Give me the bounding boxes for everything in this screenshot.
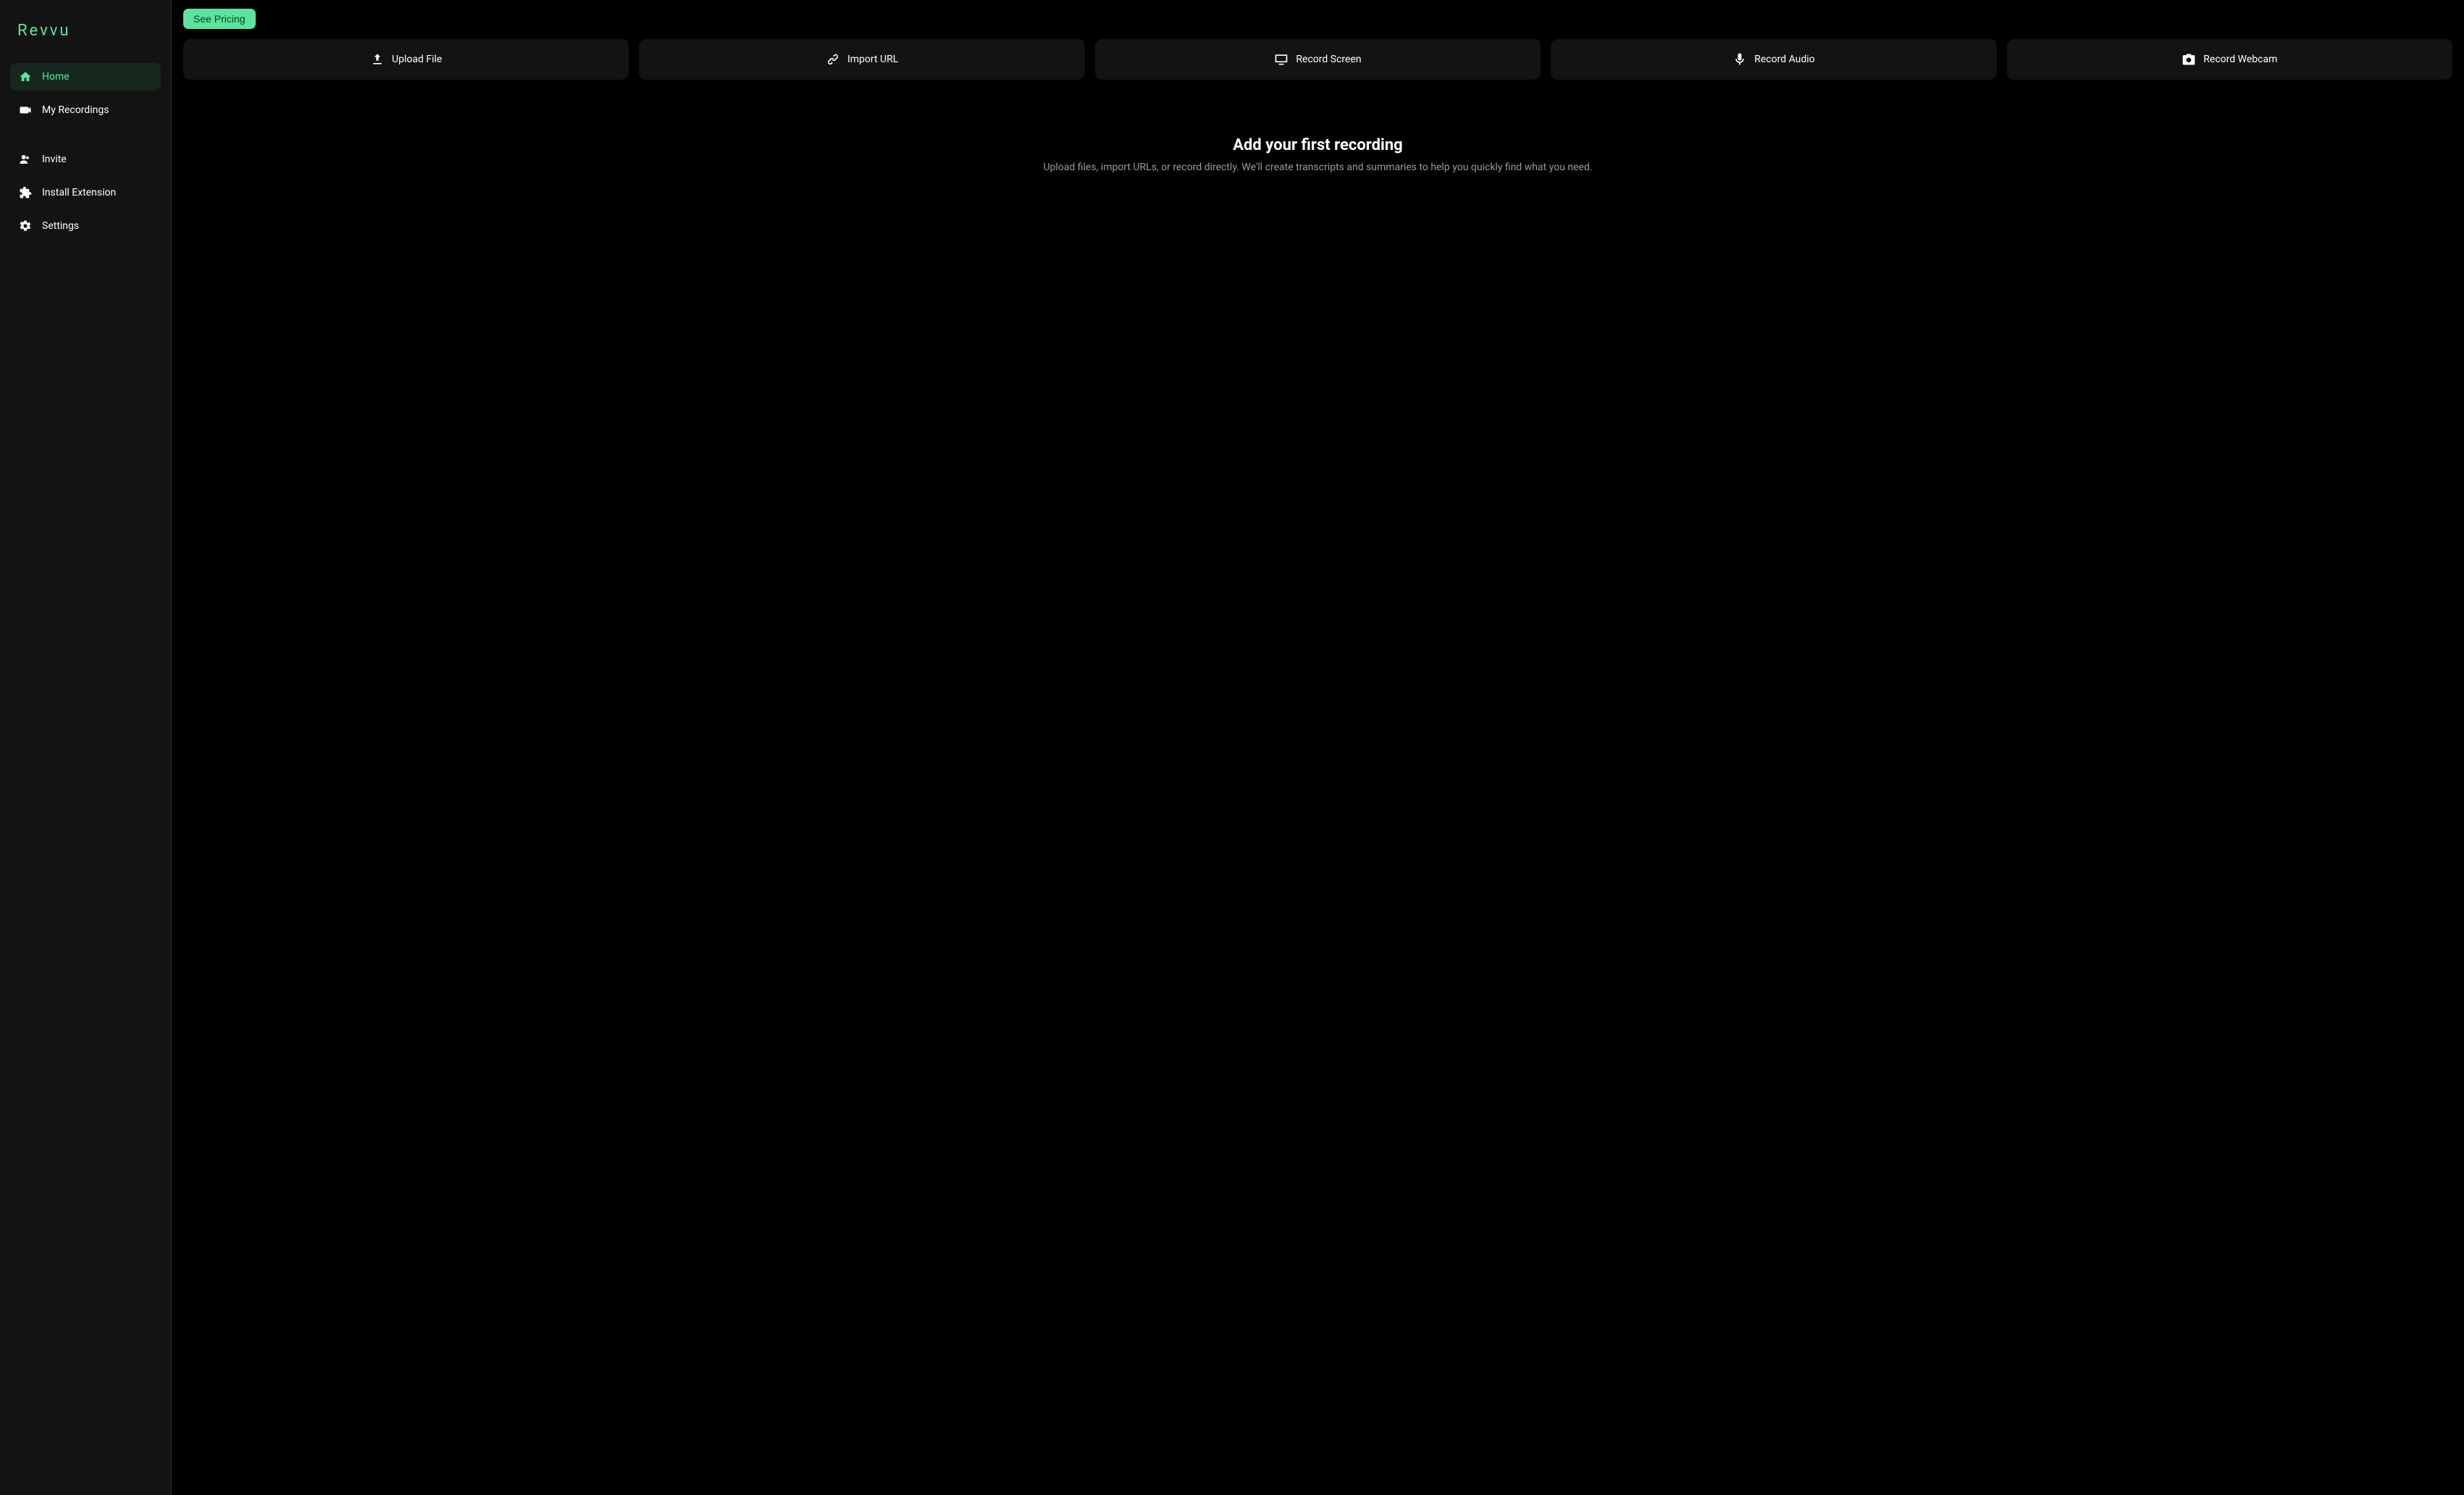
invite-icon — [19, 153, 32, 166]
sidebar-item-my-recordings[interactable]: My Recordings — [10, 96, 161, 124]
main-content: See Pricing Upload File Import URL Recor… — [172, 0, 2464, 1495]
empty-state: Add your first recording Upload files, i… — [183, 136, 2452, 173]
sidebar-item-label: Invite — [42, 154, 67, 165]
video-icon — [19, 104, 32, 117]
home-icon — [19, 70, 32, 83]
sidebar-item-home[interactable]: Home — [10, 63, 161, 91]
sidebar-item-label: Settings — [42, 220, 79, 232]
sidebar: Revvu Home My Recordings Invite In — [0, 0, 172, 1495]
sidebar-item-install-extension[interactable]: Install Extension — [10, 179, 161, 206]
record-webcam-button[interactable]: Record Webcam — [2007, 39, 2452, 80]
gear-icon — [19, 219, 32, 233]
record-screen-button[interactable]: Record Screen — [1095, 39, 1541, 80]
action-label: Record Screen — [1296, 54, 1361, 65]
sidebar-item-label: Install Extension — [42, 187, 116, 198]
puzzle-icon — [19, 186, 32, 199]
import-url-button[interactable]: Import URL — [639, 39, 1084, 80]
nav-group-secondary: Invite Install Extension Settings — [10, 146, 161, 240]
app-logo: Revvu — [10, 10, 161, 57]
upload-icon — [370, 52, 385, 67]
nav-spacer — [10, 130, 161, 140]
record-audio-button[interactable]: Record Audio — [1551, 39, 1996, 80]
link-icon — [826, 52, 840, 67]
action-label: Import URL — [847, 54, 898, 65]
action-row: Upload File Import URL Record Screen Rec… — [183, 39, 2452, 80]
camera-icon — [2182, 52, 2196, 67]
see-pricing-button[interactable]: See Pricing — [183, 9, 256, 29]
sidebar-item-label: Home — [42, 71, 70, 83]
action-label: Record Audio — [1754, 54, 1814, 65]
action-label: Record Webcam — [2203, 54, 2277, 65]
sidebar-item-settings[interactable]: Settings — [10, 212, 161, 240]
upload-file-button[interactable]: Upload File — [183, 39, 629, 80]
sidebar-item-invite[interactable]: Invite — [10, 146, 161, 173]
action-label: Upload File — [392, 54, 442, 65]
empty-state-title: Add your first recording — [1233, 136, 1402, 154]
empty-state-subtitle: Upload files, import URLs, or record dir… — [1043, 162, 1592, 173]
screen-icon — [1274, 52, 1288, 67]
nav-group-primary: Home My Recordings — [10, 63, 161, 124]
sidebar-item-label: My Recordings — [42, 104, 109, 116]
mic-icon — [1732, 52, 1747, 67]
